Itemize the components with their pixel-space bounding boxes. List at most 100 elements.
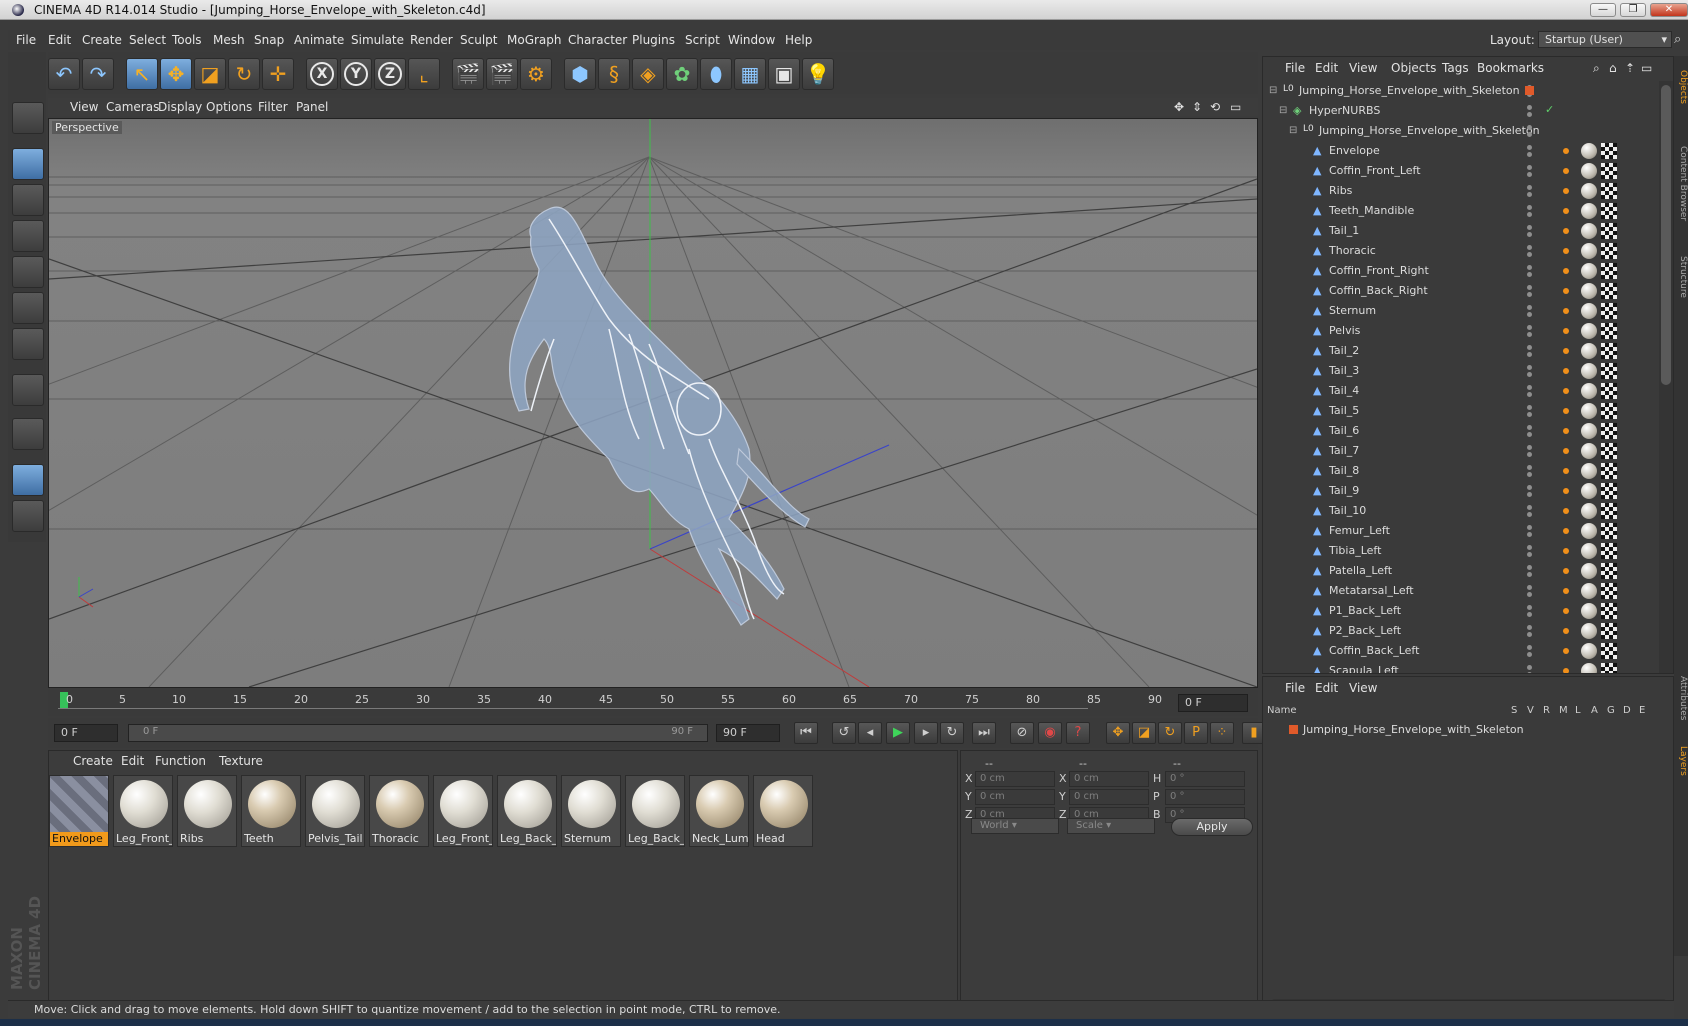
material-tag-icon[interactable] (1581, 323, 1597, 339)
viewport-menu-view[interactable]: View (70, 100, 98, 114)
object-row[interactable]: ▲ Sternum (1263, 301, 1659, 321)
layer-color-swatch[interactable] (1525, 86, 1534, 95)
texture-tag-icon[interactable] (1601, 243, 1617, 259)
texture-tag-icon[interactable] (1601, 203, 1617, 219)
undo-button[interactable]: ↶ (48, 58, 80, 90)
key-rotation-button[interactable]: ↻ (1158, 722, 1182, 744)
om-menu-edit[interactable]: Edit (1315, 61, 1338, 75)
tab-content-browser[interactable]: Content Browser (1674, 146, 1688, 221)
object-row[interactable]: ▲ Coffin_Front_Right (1263, 261, 1659, 281)
expand-toggle-icon[interactable]: ⊟ (1279, 105, 1289, 117)
texture-tag-icon[interactable] (1601, 403, 1617, 419)
visibility-dots[interactable] (1525, 625, 1533, 637)
live-selection-button[interactable]: ↖ (126, 58, 158, 90)
layout-dropdown[interactable]: Startup (User) ▾ (1538, 31, 1672, 48)
previous-frame-button[interactable]: ◂ (858, 722, 882, 744)
texture-tag-icon[interactable] (1601, 563, 1617, 579)
key-parameter-button[interactable]: P (1184, 722, 1208, 744)
viewport-rotate-icon[interactable]: ⟲ (1210, 100, 1220, 114)
locked-workplane-button[interactable] (12, 500, 44, 532)
material-tag-icon[interactable] (1581, 583, 1597, 599)
menu-select[interactable]: Select (129, 33, 166, 47)
end-frame-field[interactable]: 90 F (716, 724, 780, 742)
object-row[interactable]: ▲ Femur_Left (1263, 521, 1659, 541)
render-settings-button[interactable]: ⚙ (520, 58, 552, 90)
texture-tag-icon[interactable] (1601, 483, 1617, 499)
add-cube-button[interactable]: ⬢ (564, 58, 596, 90)
texture-tag-icon[interactable] (1601, 663, 1617, 673)
visibility-dots[interactable] (1525, 125, 1533, 137)
material-tag-icon[interactable] (1581, 603, 1597, 619)
layer-menu-view[interactable]: View (1349, 681, 1377, 695)
visibility-dots[interactable] (1525, 585, 1533, 597)
3d-viewport[interactable]: Perspective (48, 118, 1258, 688)
material-tag-icon[interactable] (1581, 463, 1597, 479)
visibility-dots[interactable] (1525, 365, 1533, 377)
visibility-dots[interactable] (1525, 145, 1533, 157)
menu-animate[interactable]: Animate (294, 33, 344, 47)
x-axis-lock-button[interactable]: X (306, 58, 338, 90)
material-tag-icon[interactable] (1581, 163, 1597, 179)
om-window-icon[interactable]: ▭ (1641, 61, 1652, 75)
visibility-dots[interactable] (1525, 505, 1533, 517)
timeline-ruler[interactable]: 0 5 10 15 20 25 30 35 40 45 50 55 60 65 … (48, 690, 1258, 716)
add-camera-button[interactable]: ▣ (768, 58, 800, 90)
render-view-button[interactable]: 🎬 (452, 58, 484, 90)
visibility-dots[interactable] (1525, 405, 1533, 417)
bone-tag-icon[interactable] (1563, 425, 1571, 437)
object-row[interactable]: ▲ Tail_2 (1263, 341, 1659, 361)
object-row[interactable]: ▲ Scapula_Left (1263, 661, 1659, 673)
material-tag-icon[interactable] (1581, 423, 1597, 439)
object-row[interactable]: ▲ Tail_10 (1263, 501, 1659, 521)
material-tag-icon[interactable] (1581, 563, 1597, 579)
texture-tag-icon[interactable] (1601, 163, 1617, 179)
tab-layers[interactable]: Layers (1674, 746, 1688, 776)
z-axis-lock-button[interactable]: Z (374, 58, 406, 90)
om-menu-view[interactable]: View (1349, 61, 1377, 75)
edges-mode-button[interactable] (12, 292, 44, 324)
visibility-dots[interactable] (1525, 325, 1533, 337)
layer-menu-file[interactable]: File (1285, 681, 1305, 695)
coordinate-space-dropdown[interactable]: World ▾ (971, 818, 1059, 834)
om-scrollbar-thumb[interactable] (1661, 85, 1671, 385)
previous-key-button[interactable]: ↺ (832, 722, 856, 744)
coord-value-field[interactable]: 0 cm (1069, 771, 1149, 787)
material-tag-icon[interactable] (1581, 503, 1597, 519)
material-swatch[interactable]: Neck_Lumb (689, 775, 749, 847)
object-row[interactable]: ▲ Tail_5 (1263, 401, 1659, 421)
viewport-menu-panel[interactable]: Panel (296, 100, 328, 114)
texture-tag-icon[interactable] (1601, 183, 1617, 199)
coord-value-field[interactable]: 0 ° (1165, 771, 1245, 787)
redo-button[interactable]: ↷ (82, 58, 114, 90)
visibility-dots[interactable] (1525, 205, 1533, 217)
object-row[interactable]: ▲ P2_Back_Left (1263, 621, 1659, 641)
material-swatch[interactable]: Envelope (49, 775, 109, 847)
om-menu-bookmarks[interactable]: Bookmarks (1477, 61, 1544, 75)
material-swatch[interactable]: Leg_Front_ (433, 775, 493, 847)
visibility-dots[interactable] (1525, 605, 1533, 617)
key-position-button[interactable]: ✥ (1106, 722, 1130, 744)
material-swatch[interactable]: Head (753, 775, 813, 847)
material-menu-edit[interactable]: Edit (121, 754, 144, 768)
om-menu-file[interactable]: File (1285, 61, 1305, 75)
apply-button[interactable]: Apply (1171, 818, 1253, 836)
bone-tag-icon[interactable] (1563, 305, 1571, 317)
layer-row[interactable]: Jumping_Horse_Envelope_with_Skeleton (1265, 721, 1671, 739)
menu-edit[interactable]: Edit (48, 33, 71, 47)
texture-tag-icon[interactable] (1601, 603, 1617, 619)
material-menu-function[interactable]: Function (155, 754, 206, 768)
material-tag-icon[interactable] (1581, 183, 1597, 199)
texture-tag-icon[interactable] (1601, 303, 1617, 319)
tweak-mode-button[interactable] (12, 418, 44, 450)
object-row[interactable]: ▲ Ribs (1263, 181, 1659, 201)
coord-value-field[interactable]: 0 cm (1069, 789, 1149, 805)
material-tag-icon[interactable] (1581, 283, 1597, 299)
visibility-dots[interactable] (1525, 105, 1533, 117)
scale-tool-button[interactable]: ◪ (194, 58, 226, 90)
bone-tag-icon[interactable] (1563, 405, 1571, 417)
next-frame-button[interactable]: ▸ (914, 722, 938, 744)
object-row[interactable]: ▲ Envelope (1263, 141, 1659, 161)
material-swatch[interactable]: Leg_Front_ (113, 775, 173, 847)
bone-tag-icon[interactable] (1563, 345, 1571, 357)
points-mode-button[interactable] (12, 256, 44, 288)
